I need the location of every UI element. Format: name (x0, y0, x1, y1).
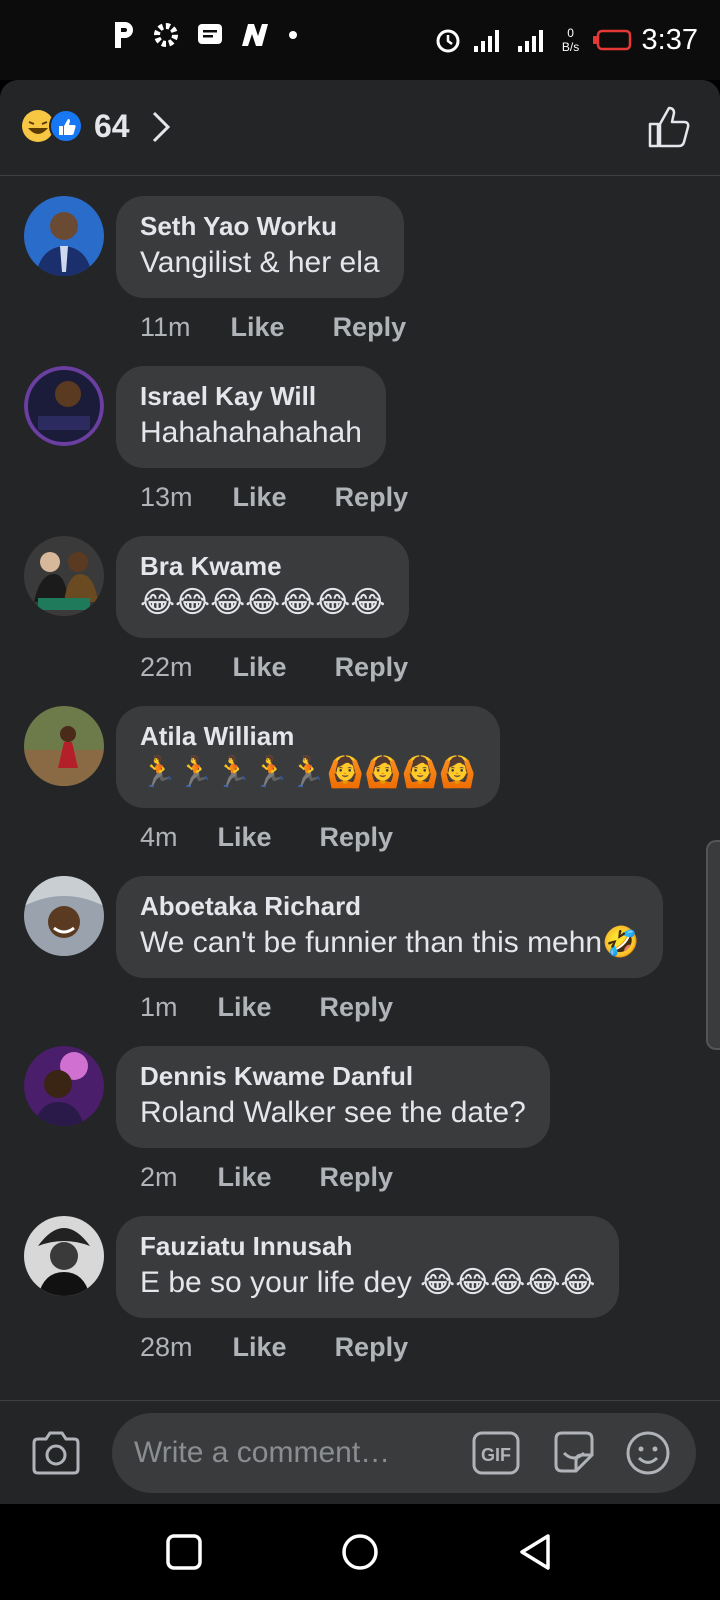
reply-button[interactable]: Reply (335, 480, 409, 514)
gif-icon[interactable]: GIF (472, 1431, 520, 1475)
gif-label: GIF (481, 1445, 511, 1465)
comment-actions: 2m Like Reply (140, 1160, 393, 1194)
like-outline-icon[interactable] (646, 104, 692, 150)
reply-button[interactable]: Reply (335, 650, 409, 684)
comment-time: 11m (140, 312, 191, 342)
reaction-icons (22, 109, 83, 143)
comment-item: Seth Yao Worku Vangilist & her ela 11m L… (0, 196, 720, 366)
comment-author[interactable]: Bra Kwame (140, 550, 385, 582)
comment-composer: GIF (0, 1400, 720, 1504)
comment-time: 4m (140, 822, 178, 852)
comment-input-container[interactable]: GIF (112, 1413, 696, 1493)
comment-text: E be so your life dey 😂😂😂😂😂 (140, 1266, 596, 1299)
net-speed: 0 B/s (561, 26, 580, 54)
comment-author[interactable]: Seth Yao Worku (140, 210, 380, 242)
comment-time: 2m (140, 1162, 178, 1192)
like-button[interactable]: Like (233, 480, 287, 514)
avatar[interactable] (24, 1046, 104, 1126)
comment-text: Hahahahahahah (140, 416, 362, 449)
comment-actions: 4m Like Reply (140, 820, 393, 854)
message-icon (198, 24, 222, 44)
avatar[interactable] (24, 876, 104, 956)
sticker-icon[interactable] (550, 1429, 598, 1477)
reply-button[interactable]: Reply (320, 990, 394, 1024)
chevron-right-icon[interactable] (150, 110, 172, 144)
comment-author[interactable]: Dennis Kwame Danful (140, 1060, 526, 1092)
reply-button[interactable]: Reply (333, 310, 407, 344)
like-button[interactable]: Like (233, 650, 287, 684)
like-button[interactable]: Like (218, 990, 272, 1024)
back-icon[interactable] (516, 1532, 556, 1572)
recent-apps-icon[interactable] (164, 1532, 204, 1572)
comment-author[interactable]: Atila William (140, 720, 476, 752)
camera-icon[interactable] (30, 1429, 82, 1477)
comment-item: Israel Kay Will Hahahahahahah 13m Like R… (0, 366, 720, 536)
p-app-icon (115, 22, 133, 48)
comment-bubble[interactable]: Seth Yao Worku Vangilist & her ela (116, 196, 404, 298)
comment-bubble[interactable]: Dennis Kwame Danful Roland Walker see th… (116, 1046, 550, 1148)
avatar[interactable] (24, 536, 104, 616)
reaction-count: 64 (94, 108, 130, 144)
comment-text: We can't be funnier than this mehn🤣 (140, 926, 640, 959)
status-right-icons: 0 B/s 3:37 (434, 20, 698, 60)
comment-input[interactable] (134, 1431, 444, 1475)
reply-button[interactable]: Reply (335, 1330, 409, 1364)
comments-sheet: 64 Seth Yao Worku Vangilist & her ela 11… (0, 80, 720, 1504)
battery-icon (592, 29, 631, 51)
comment-text: 😂😂😂😂😂😂😂 (140, 586, 386, 619)
comment-author[interactable]: Aboetaka Richard (140, 890, 639, 922)
like-icon (49, 109, 83, 143)
home-icon[interactable] (340, 1532, 380, 1572)
comment-text: Vangilist & her ela (140, 246, 380, 279)
avatar[interactable] (24, 196, 104, 276)
comment-item: Aboetaka Richard We can't be funnier tha… (0, 876, 720, 1046)
comment-item: Bra Kwame 😂😂😂😂😂😂😂 22m Like Reply (0, 536, 720, 706)
comment-item: Atila William 🏃🏃🏃🏃🏃🙆🙆🙆🙆 4m Like Reply (0, 706, 720, 876)
signal-icon (517, 30, 543, 52)
comment-actions: 1m Like Reply (140, 990, 393, 1024)
comment-text: 🏃🏃🏃🏃🏃🙆🙆🙆🙆 (140, 756, 477, 789)
comment-bubble[interactable]: Aboetaka Richard We can't be funnier tha… (116, 876, 664, 978)
like-button[interactable]: Like (233, 1330, 287, 1364)
emoji-icon[interactable] (624, 1429, 672, 1477)
comment-actions: 22m Like Reply (140, 650, 408, 684)
comment-item: Fauziatu Innusah E be so your life dey 😂… (0, 1216, 720, 1386)
comment-time: 28m (140, 1332, 193, 1362)
comment-item: Dennis Kwame Danful Roland Walker see th… (0, 1046, 720, 1216)
comment-bubble[interactable]: Israel Kay Will Hahahahahahah (116, 366, 386, 468)
comment-time: 1m (140, 992, 178, 1022)
n-app-icon (242, 24, 268, 46)
dot-icon (289, 31, 297, 39)
gear-icon (154, 23, 178, 47)
like-button[interactable]: Like (218, 820, 272, 854)
fast-scroll-handle[interactable] (706, 840, 720, 1050)
system-nav-bar (0, 1504, 720, 1600)
comment-actions: 13m Like Reply (140, 480, 408, 514)
status-left-icons (112, 20, 298, 50)
like-button[interactable]: Like (231, 310, 285, 344)
comment-time: 13m (140, 482, 193, 512)
status-bar: 0 B/s 3:37 (0, 0, 720, 80)
comment-actions: 28m Like Reply (140, 1330, 408, 1364)
comment-author[interactable]: Fauziatu Innusah (140, 1230, 595, 1262)
comment-actions: 11m Like Reply (140, 310, 406, 344)
avatar[interactable] (24, 366, 104, 446)
alarm-icon (436, 29, 460, 53)
like-button[interactable]: Like (218, 1160, 272, 1194)
reply-button[interactable]: Reply (320, 1160, 394, 1194)
comment-text: Roland Walker see the date? (140, 1096, 526, 1129)
reactions-bar[interactable]: 64 (0, 80, 720, 176)
comment-bubble[interactable]: Atila William 🏃🏃🏃🏃🏃🙆🙆🙆🙆 (116, 706, 501, 808)
comment-author[interactable]: Israel Kay Will (140, 380, 362, 412)
avatar[interactable] (24, 1216, 104, 1296)
signal-icon (473, 30, 499, 52)
avatar[interactable] (24, 706, 104, 786)
comment-bubble[interactable]: Bra Kwame 😂😂😂😂😂😂😂 (116, 536, 410, 638)
clock: 3:37 (641, 24, 698, 56)
reply-button[interactable]: Reply (320, 820, 394, 854)
comment-time: 22m (140, 652, 193, 682)
comment-bubble[interactable]: Fauziatu Innusah E be so your life dey 😂… (116, 1216, 620, 1318)
